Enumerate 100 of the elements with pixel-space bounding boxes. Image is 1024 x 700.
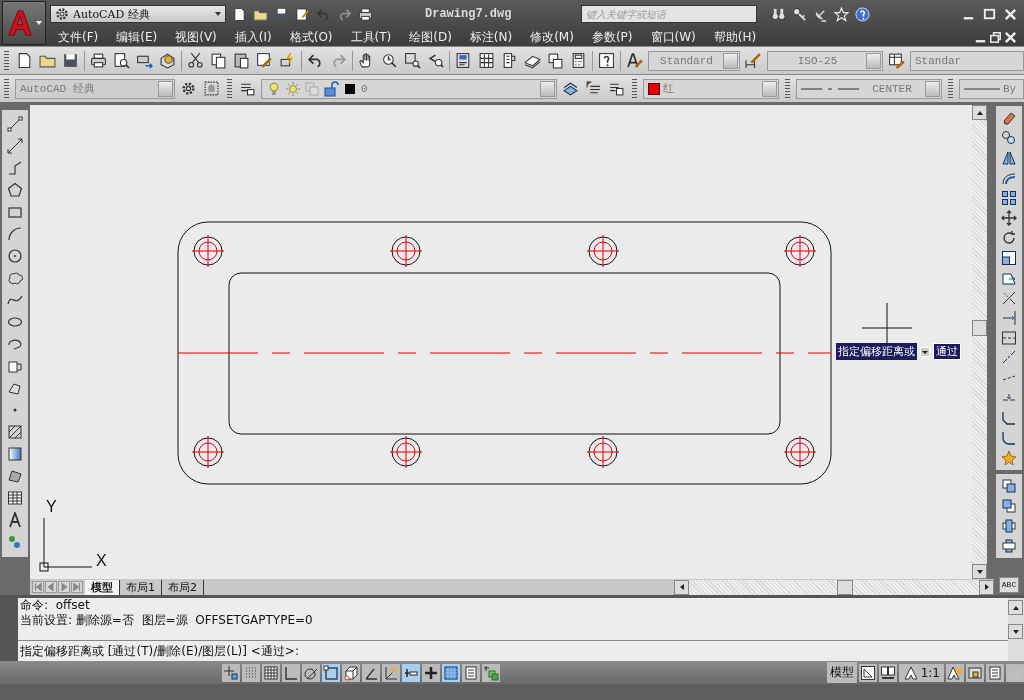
spell-check-button[interactable]: ABC — [998, 577, 1020, 593]
copy-icon[interactable] — [210, 52, 227, 69]
arrow-magnifier-icon[interactable] — [427, 52, 444, 69]
scroll-thumb[interactable] — [972, 320, 987, 336]
cloud-icon[interactable] — [7, 270, 23, 286]
printer-icon[interactable] — [358, 6, 373, 22]
scissors-icon[interactable] — [187, 52, 204, 69]
two-panes-icon[interactable] — [878, 663, 897, 682]
letter-a-icon[interactable] — [7, 512, 23, 528]
line-icon[interactable] — [7, 116, 23, 132]
polyline-icon[interactable] — [7, 160, 23, 176]
dimension-brush-icon[interactable] — [745, 52, 762, 69]
menu-item[interactable]: 标注(N) — [460, 28, 522, 46]
menu-item[interactable]: 格式(O) — [280, 28, 342, 46]
menu-item[interactable]: 绘图(D) — [400, 28, 461, 46]
above-squares-icon[interactable] — [1001, 518, 1017, 534]
maximize-icon[interactable] — [982, 6, 997, 22]
ellipse-icon[interactable] — [7, 314, 23, 330]
annotation-scale-button[interactable]: 1:1 — [898, 663, 944, 682]
close-icon[interactable] — [1003, 6, 1018, 22]
front-squares-icon[interactable] — [1001, 478, 1017, 494]
bolt-hole[interactable] — [586, 435, 620, 469]
menu-item[interactable]: 插入(I) — [225, 28, 281, 46]
bolt-hole[interactable] — [191, 435, 225, 469]
question-box-icon[interactable] — [598, 52, 615, 69]
restore-icon[interactable] — [988, 29, 1003, 45]
angle-icon[interactable] — [362, 663, 380, 682]
page-pencil-icon[interactable] — [295, 6, 310, 22]
gear-icon[interactable] — [180, 80, 197, 97]
trim-lines-icon[interactable] — [1001, 290, 1017, 306]
arc-icon[interactable] — [7, 226, 23, 242]
crosshair-square-icon[interactable] — [222, 663, 240, 682]
menu-item[interactable]: 视图(V) — [166, 28, 226, 46]
letter-brush-icon[interactable] — [626, 52, 643, 69]
menu-item[interactable]: 编辑(E) — [107, 28, 167, 46]
tooltip-option[interactable]: 通过 — [933, 343, 961, 360]
layout-tab[interactable]: 模型 — [85, 579, 120, 595]
binoculars-icon[interactable] — [771, 6, 786, 22]
plus-minus-bar-icon[interactable] — [402, 663, 420, 682]
four-way-arrow-icon[interactable] — [1001, 210, 1017, 226]
snap-square-icon[interactable] — [322, 663, 340, 682]
calculator-icon[interactable] — [570, 52, 587, 69]
star-icon[interactable] — [834, 6, 849, 22]
right-arrow-icon[interactable] — [982, 583, 991, 591]
blank-page-icon[interactable] — [16, 52, 33, 69]
clipboard-icon[interactable] — [233, 52, 250, 69]
triangle-ruler-icon[interactable] — [858, 663, 877, 682]
block-pages-icon[interactable] — [7, 358, 23, 374]
frame-dotted-icon[interactable] — [203, 80, 220, 97]
right-angle-icon[interactable] — [282, 663, 300, 682]
chamfer-corner-icon[interactable] — [1001, 410, 1017, 426]
broken-line-icon[interactable] — [1001, 350, 1017, 366]
markup-sheets-icon[interactable] — [547, 52, 564, 69]
properties-icon[interactable] — [455, 52, 472, 69]
search-field[interactable]: 键入关键字或短语 — [581, 5, 757, 23]
model-space-button[interactable]: 模型 — [826, 662, 857, 683]
clock-magnifier-icon[interactable] — [381, 52, 398, 69]
small-panel-icon[interactable] — [986, 663, 1004, 682]
rotate-arrow-icon[interactable] — [1001, 230, 1017, 246]
window-magnifier-icon[interactable] — [404, 52, 421, 69]
table-icon[interactable] — [7, 490, 23, 506]
menu-item[interactable]: 参数(P) — [582, 28, 642, 46]
stacked-layers-icon[interactable] — [562, 80, 579, 97]
stretch-shape-icon[interactable] — [1001, 270, 1017, 286]
block-shape-icon[interactable] — [7, 380, 23, 396]
bolt-hole[interactable] — [783, 435, 817, 469]
printer-icon[interactable] — [90, 52, 107, 69]
double-arrow-line-icon[interactable] — [7, 138, 23, 154]
down-arrow-icon[interactable] — [975, 567, 984, 576]
lightning-icon[interactable] — [279, 52, 296, 69]
mirror-triangles-icon[interactable] — [1001, 150, 1017, 166]
fillet-corner-icon[interactable] — [1001, 430, 1017, 446]
two-circles-icon[interactable] — [1001, 130, 1017, 146]
close-icon[interactable] — [1003, 29, 1018, 45]
menu-item[interactable]: 窗口(W) — [641, 28, 705, 46]
bolt-hole[interactable] — [783, 234, 817, 268]
polar-angle-icon[interactable] — [302, 663, 320, 682]
palette-strip-icon[interactable] — [501, 52, 518, 69]
hatched-square-icon[interactable] — [7, 424, 23, 440]
page-magnifier-icon[interactable] — [113, 52, 130, 69]
command-scrollbar[interactable] — [1008, 598, 1024, 661]
application-logo-button[interactable] — [2, 1, 46, 45]
bolt-hole[interactable] — [191, 234, 225, 268]
undo-icon[interactable] — [307, 52, 324, 69]
scroll-thumb[interactable] — [837, 579, 853, 595]
brush-icon[interactable] — [256, 52, 273, 69]
plus-squares-icon[interactable] — [482, 663, 500, 682]
drawing-canvas[interactable]: Y X 指定偏移距离或 通过 — [30, 105, 972, 579]
thick-plus-icon[interactable] — [422, 663, 440, 682]
menu-item[interactable]: 帮助(H) — [704, 28, 766, 46]
horizontal-scrollbar[interactable] — [674, 579, 994, 595]
checker-square-icon[interactable] — [442, 663, 460, 682]
vertical-scrollbar[interactable] — [972, 105, 987, 579]
below-squares-icon[interactable] — [1001, 538, 1017, 554]
help-icon[interactable] — [855, 6, 870, 22]
menu-item[interactable]: 工具(T) — [341, 28, 401, 46]
grid-icon[interactable] — [262, 663, 280, 682]
dots-plus-icon[interactable] — [7, 534, 23, 550]
bolt-hole[interactable] — [586, 234, 620, 268]
axes-star-icon[interactable] — [382, 663, 400, 682]
